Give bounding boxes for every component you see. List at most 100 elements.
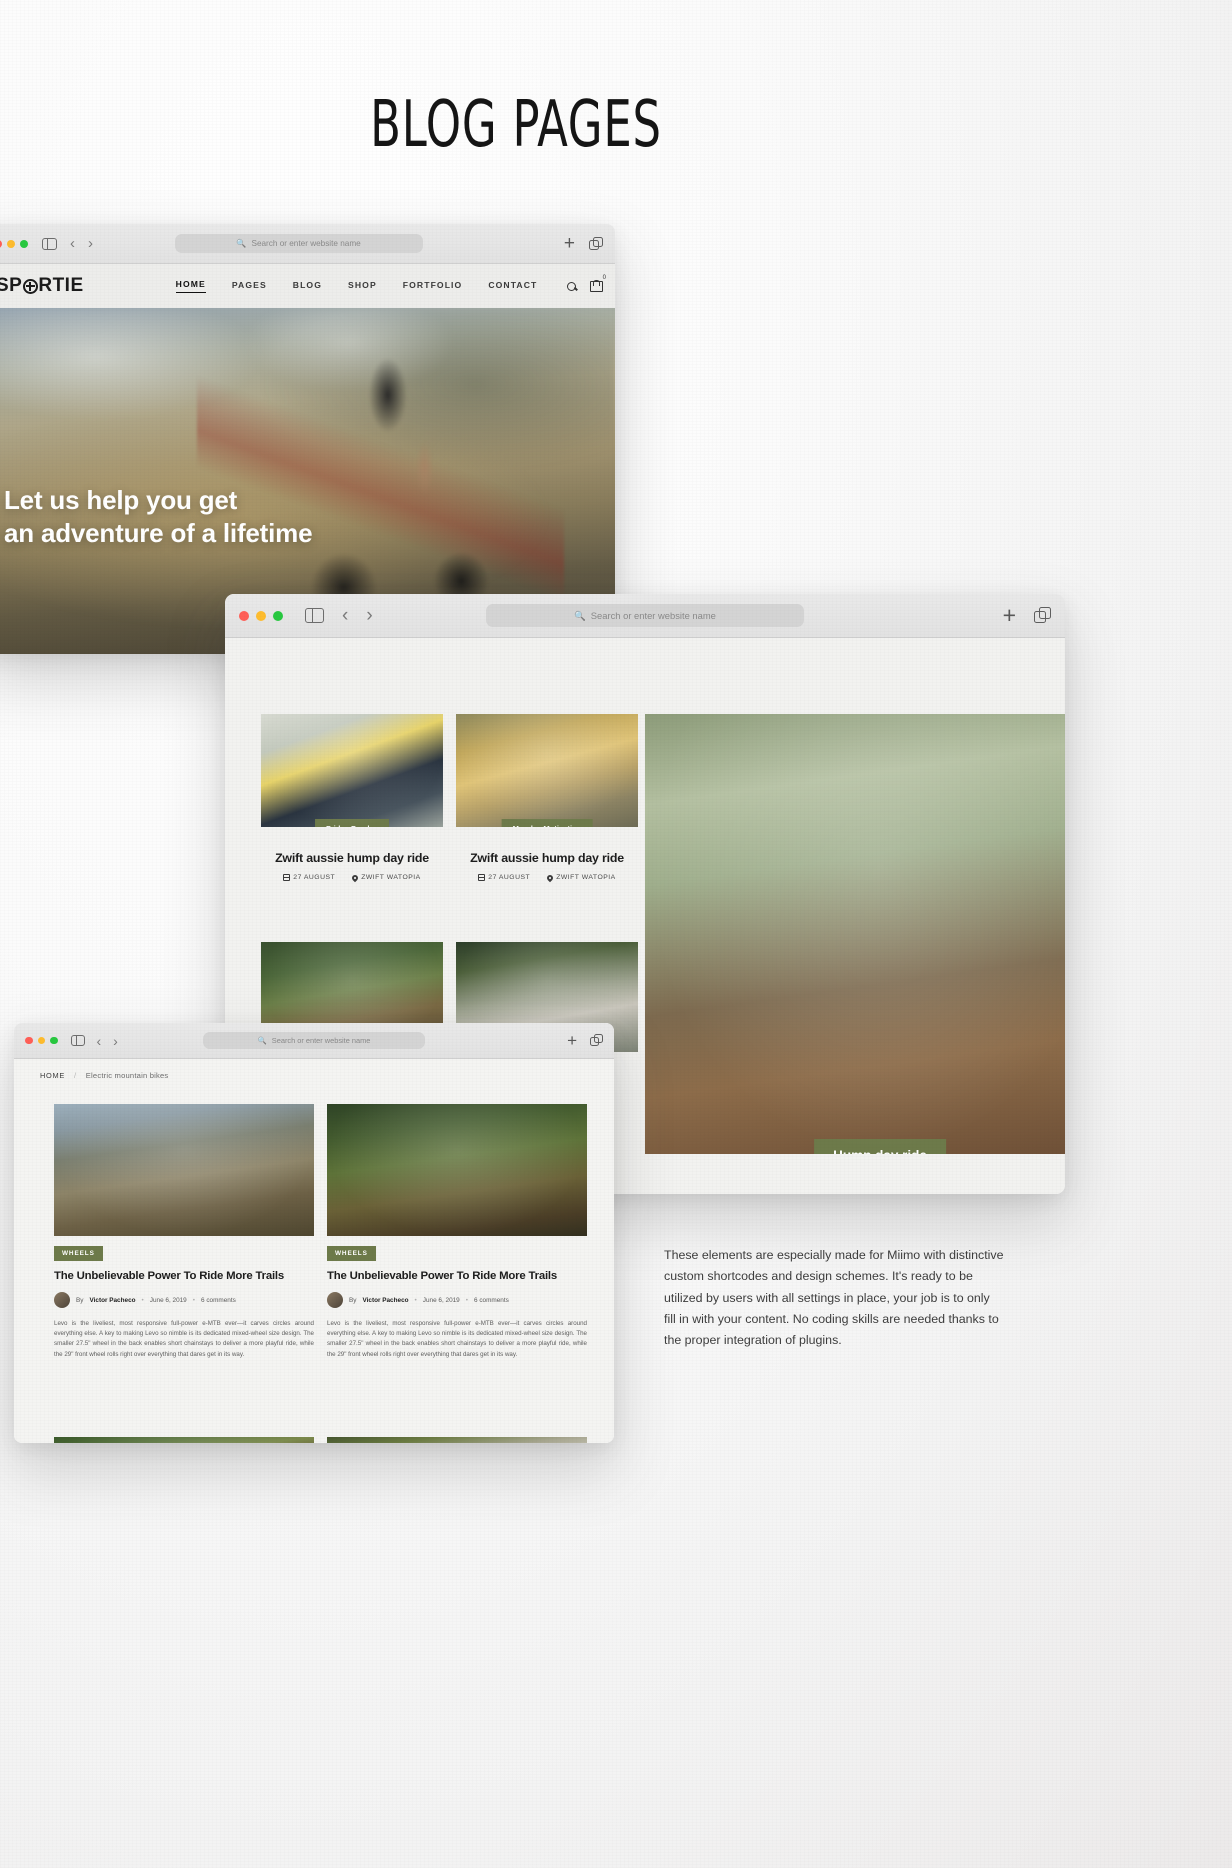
plus-icon[interactable]: +	[564, 234, 575, 253]
nav-item-contact[interactable]: CONTACT	[488, 280, 537, 293]
plus-icon[interactable]: +	[1003, 604, 1016, 627]
search-icon: 🔍	[574, 609, 586, 621]
blog-card-image-peloton[interactable]: Friday Funday	[261, 714, 443, 827]
blog-card-row-top: Friday Funday Zwift aussie hump day ride…	[261, 714, 638, 882]
chevron-right-icon[interactable]: ›	[113, 1034, 118, 1048]
close-window-button[interactable]	[25, 1036, 33, 1045]
breadcrumb-home[interactable]: HOME	[40, 1071, 65, 1080]
navigation-controls: ‹ ›	[42, 236, 93, 251]
post-byline: By Victor Pacheco • June 6, 2019 • 6 com…	[54, 1292, 314, 1308]
blog-card-image-road[interactable]: Monday Motivation	[456, 714, 638, 827]
chevron-left-icon[interactable]: ‹	[342, 606, 348, 625]
blog-feature-image-aspen-forest[interactable]: Hump day ride	[645, 714, 1065, 1154]
address-bar[interactable]: 🔍 Search or enter website name	[486, 604, 804, 627]
post-row: WHEELS The Unbelievable Power To Ride Mo…	[54, 1104, 587, 1360]
meta-location-value: ZWIFT WATOPIA	[556, 874, 616, 881]
byline-dot-2: •	[465, 1296, 468, 1304]
chevron-left-icon[interactable]: ‹	[97, 1034, 102, 1048]
address-bar[interactable]: 🔍 Search or enter website name	[174, 234, 423, 253]
page-title: BLOG PAGES	[370, 88, 662, 162]
nav-item-shop[interactable]: SHOP	[348, 280, 377, 293]
category-badge[interactable]: Monday Motivation	[501, 819, 593, 827]
minimize-window-button[interactable]	[256, 610, 266, 621]
post-title[interactable]: The Unbelievable Power To Ride More Trai…	[327, 1270, 587, 1282]
logo-text-suffix: RTIE	[38, 275, 84, 296]
browser-window-blog-list: ‹ › 🔍 Search or enter website name + HOM…	[14, 1023, 614, 1443]
chevron-left-icon[interactable]: ‹	[70, 236, 75, 251]
post-comments[interactable]: 6 comments	[474, 1297, 509, 1304]
nav-item-fortfolio[interactable]: FORTFOLIO	[403, 280, 463, 293]
minimize-window-button[interactable]	[7, 239, 15, 248]
post-image-road-curve[interactable]	[327, 1437, 587, 1443]
shopping-bag-icon[interactable]: 0	[590, 275, 606, 292]
tab-overview-icon[interactable]	[1034, 607, 1051, 624]
post-tag[interactable]: WHEELS	[327, 1246, 376, 1261]
minimize-window-button[interactable]	[37, 1036, 45, 1045]
meta-date-value: 27 AUGUST	[488, 874, 531, 881]
post-date: June 6, 2019	[422, 1296, 460, 1304]
category-badge[interactable]: Friday Funday	[315, 819, 389, 827]
wheel-icon	[22, 278, 38, 294]
address-bar-placeholder: Search or enter website name	[251, 239, 361, 248]
tab-overview-icon[interactable]	[590, 1034, 603, 1047]
site-logo[interactable]: SP RTIE	[0, 275, 84, 297]
close-window-button[interactable]	[239, 610, 249, 621]
sidebar-toggle-icon[interactable]	[305, 608, 324, 623]
window-controls[interactable]	[0, 239, 28, 248]
breadcrumb-current: Electric mountain bikes	[85, 1071, 169, 1080]
maximize-window-button[interactable]	[50, 1036, 58, 1045]
post-image-forest-trail[interactable]	[327, 1104, 587, 1236]
blog-card-title[interactable]: Zwift aussie hump day ride	[261, 851, 443, 865]
location-pin-icon	[545, 873, 555, 882]
blog-card-title[interactable]: Zwift aussie hump day ride	[456, 851, 638, 865]
search-icon[interactable]	[567, 281, 576, 291]
nav-item-pages[interactable]: PAGES	[232, 280, 267, 293]
window-controls[interactable]	[25, 1036, 58, 1045]
address-bar[interactable]: 🔍 Search or enter website name	[203, 1032, 425, 1049]
maximize-window-button[interactable]	[20, 239, 28, 248]
logo-text-prefix: SP	[0, 275, 23, 296]
browser-chrome: ‹ › 🔍 Search or enter website name +	[225, 594, 1065, 638]
blog-card[interactable]: Monday Motivation Zwift aussie hump day …	[456, 714, 638, 882]
meta-date: 27 AUGUST	[478, 874, 530, 881]
breadcrumb-separator: /	[73, 1071, 77, 1080]
blog-feature-card[interactable]: Hump day ride Zwift aussie hump day ride…	[645, 714, 1065, 1194]
post-author[interactable]: Victor Pacheco	[89, 1297, 135, 1304]
byline-dot-1: •	[414, 1296, 417, 1304]
post-tag[interactable]: WHEELS	[54, 1246, 103, 1261]
blog-card[interactable]: Friday Funday Zwift aussie hump day ride…	[261, 714, 443, 882]
maximize-window-button[interactable]	[273, 610, 283, 621]
post-image-mtb-rider[interactable]	[54, 1437, 314, 1443]
post-author[interactable]: Victor Pacheco	[362, 1297, 408, 1304]
window-controls[interactable]	[239, 610, 283, 621]
post-comments[interactable]: 6 comments	[201, 1297, 236, 1304]
post-item[interactable]: WHEELS The Unbelievable Power To Ride Mo…	[54, 1104, 314, 1360]
sidebar-toggle-icon[interactable]	[42, 237, 57, 250]
nav-item-home[interactable]: HOME	[175, 279, 206, 293]
navigation-controls: ‹ ›	[70, 1034, 118, 1048]
category-badge[interactable]: Hump day ride	[814, 1139, 946, 1154]
chevron-right-icon[interactable]: ›	[88, 236, 93, 251]
meta-location-value: ZWIFT WATOPIA	[361, 874, 421, 881]
location-pin-icon	[350, 873, 360, 882]
post-title[interactable]: The Unbelievable Power To Ride More Trai…	[54, 1270, 314, 1282]
blog-list-page: HOME / Electric mountain bikes WHEELS Th…	[14, 1059, 614, 1443]
post-item[interactable]: WHEELS The Unbelievable Power To Ride Mo…	[327, 1104, 587, 1360]
post-image-mountain-vista[interactable]	[54, 1104, 314, 1236]
post-date: June 6, 2019	[149, 1296, 187, 1304]
sidebar-toggle-icon[interactable]	[70, 1035, 85, 1046]
browser-chrome: ‹ › 🔍 Search or enter website name +	[0, 224, 615, 264]
chevron-right-icon[interactable]: ›	[366, 606, 372, 625]
nav-item-blog[interactable]: BLOG	[293, 280, 322, 293]
browser-chrome: ‹ › 🔍 Search or enter website name +	[14, 1023, 614, 1059]
site-header: SP RTIE HOME PAGES BLOG SHOP FORTFOLIO CO…	[0, 264, 615, 308]
tab-overview-icon[interactable]	[589, 236, 603, 251]
chrome-right-actions: +	[1003, 604, 1051, 627]
blog-card-meta: 27 AUGUST ZWIFT WATOPIA	[456, 873, 638, 882]
chrome-right-actions: +	[567, 1032, 603, 1049]
plus-icon[interactable]: +	[567, 1032, 577, 1049]
calendar-icon	[283, 874, 291, 881]
close-window-button[interactable]	[0, 239, 2, 248]
hero-heading: Let us help you get an adventure of a li…	[4, 484, 313, 550]
meta-date: 27 AUGUST	[283, 874, 335, 881]
